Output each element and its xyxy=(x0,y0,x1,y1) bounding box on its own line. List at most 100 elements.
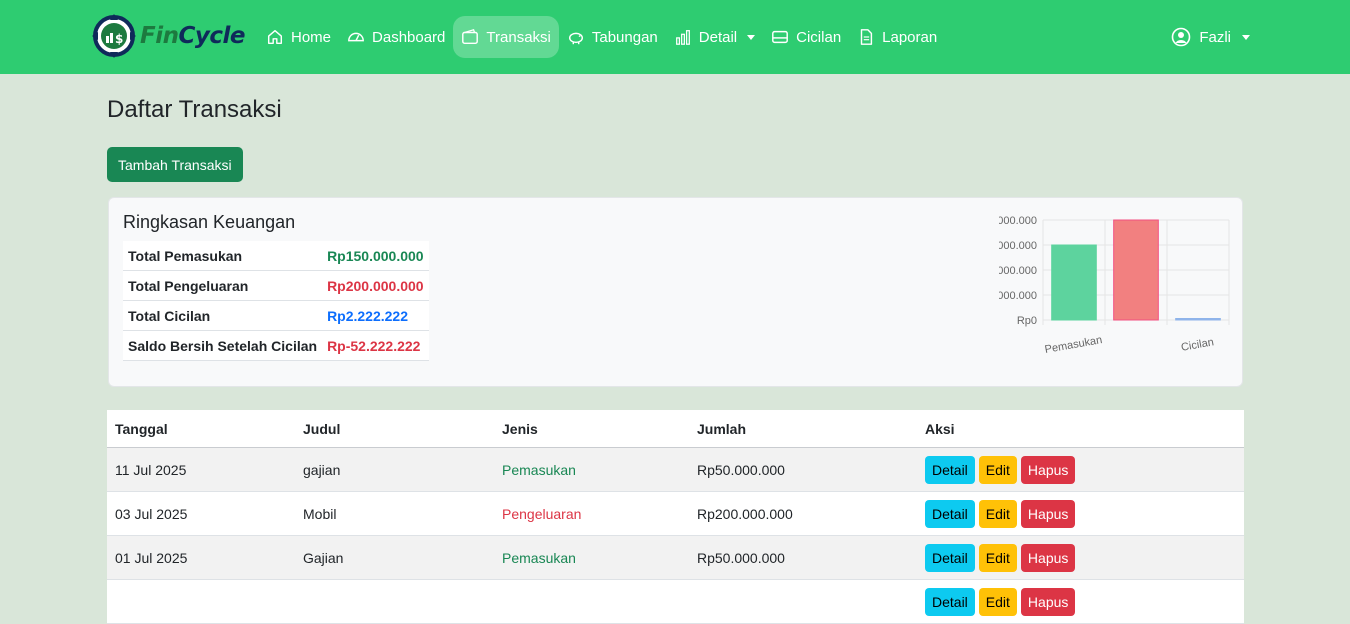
edit-button[interactable]: Edit xyxy=(978,587,1017,616)
summary-bar-chart: Rp200.000.000 Rp150.000.000 Rp100.000.000 R… xyxy=(999,215,1230,356)
header-judul: Judul xyxy=(295,410,494,448)
edit-button[interactable]: Edit xyxy=(978,543,1017,572)
cell-jenis: Pemasukan xyxy=(494,447,689,492)
jenis-badge: Pengeluaran xyxy=(502,505,582,522)
table-row: 11 Jul 2025 gajian Pemasukan Rp50.000.00… xyxy=(107,447,1244,492)
nav-dashboard-label: Dashboard xyxy=(372,28,446,46)
summary-value: Rp-52.222.222 xyxy=(322,330,429,361)
brand-part-2: Cycle xyxy=(178,23,245,49)
transactions-table: Tanggal Judul Jenis Jumlah Aksi 11 Jul 2… xyxy=(107,410,1244,624)
detail-button[interactable]: Detail xyxy=(925,543,975,572)
main-nav: Home Dashboard Transaksi Tabungan Detail… xyxy=(258,16,945,58)
chart-xtick-label: Cicilan xyxy=(1180,336,1215,354)
chart-ytick-label: Rp200.000.000 xyxy=(999,215,1037,227)
chart-ytick-label: Rp50.000.000 xyxy=(999,290,1037,302)
add-transaction-button[interactable]: Tambah Transaksi xyxy=(107,147,243,182)
nav-tabungan[interactable]: Tabungan xyxy=(559,16,666,58)
chevron-down-icon xyxy=(747,34,756,40)
cell-tanggal: 01 Jul 2025 xyxy=(107,535,295,580)
summary-label: Total Pemasukan xyxy=(123,241,323,271)
summary-row: Total Pemasukan Rp150.000.000 xyxy=(123,241,429,271)
chart-xtick-label: Pemasukan xyxy=(1044,334,1103,356)
nav-home-label: Home xyxy=(291,28,332,46)
home-icon xyxy=(267,29,283,45)
nav-transaksi[interactable]: Transaksi xyxy=(453,16,559,58)
piggy-bank-icon xyxy=(568,32,583,45)
table-row: 01 Jul 2025 Gajian Pemasukan Rp50.000.00… xyxy=(107,535,1244,580)
summary-card: Ringkasan Keuangan Total Pemasukan Rp150… xyxy=(108,197,1243,387)
chart-ytick-label: Rp0 xyxy=(1017,315,1037,327)
cell-empty xyxy=(107,579,295,624)
chart-ytick-label: Rp150.000.000 xyxy=(999,240,1037,252)
summary-row: Total Pengeluaran Rp200.000.000 xyxy=(123,270,429,301)
speedometer-icon xyxy=(348,32,364,42)
delete-button[interactable]: Hapus xyxy=(1020,499,1076,528)
table-row-partial: Detail Edit Hapus xyxy=(107,579,1244,624)
cell-empty xyxy=(689,579,917,624)
cell-jumlah: Rp200.000.000 xyxy=(689,491,917,536)
brand-logo[interactable]: $ FinCycle xyxy=(92,14,245,58)
nav-detail-dropdown[interactable]: Detail xyxy=(666,16,763,58)
nav-transaksi-label: Transaksi xyxy=(486,28,551,46)
user-circle-icon xyxy=(1172,27,1191,47)
summary-row: Saldo Bersih Setelah Cicilan Rp-52.222.2… xyxy=(123,330,429,361)
delete-button[interactable]: Hapus xyxy=(1020,587,1076,616)
cell-empty xyxy=(494,579,689,624)
credit-card-icon xyxy=(772,30,789,44)
cell-jumlah: Rp50.000.000 xyxy=(689,447,917,492)
cell-aksi: Detail Edit Hapus xyxy=(917,579,1244,624)
delete-button[interactable]: Hapus xyxy=(1020,455,1076,484)
wallet-icon xyxy=(462,29,479,45)
cell-jumlah: Rp50.000.000 xyxy=(689,535,917,580)
jenis-badge: Pemasukan xyxy=(502,461,576,478)
detail-button[interactable]: Detail xyxy=(925,587,975,616)
nav-tabungan-label: Tabungan xyxy=(591,28,658,46)
document-icon xyxy=(860,29,873,45)
cell-aksi: Detail Edit Hapus xyxy=(917,535,1244,580)
nav-laporan[interactable]: Laporan xyxy=(849,16,945,58)
summary-value: Rp150.000.000 xyxy=(322,241,429,271)
bar-chart-icon xyxy=(675,30,690,45)
nav-home[interactable]: Home xyxy=(258,16,339,58)
cell-aksi: Detail Edit Hapus xyxy=(917,447,1244,492)
summary-table: Total Pemasukan Rp150.000.000 Total Peng… xyxy=(123,241,429,361)
nav-cicilan-label: Cicilan xyxy=(796,28,842,46)
nav-cicilan[interactable]: Cicilan xyxy=(763,16,849,58)
delete-button[interactable]: Hapus xyxy=(1020,543,1076,572)
cell-aksi: Detail Edit Hapus xyxy=(917,491,1244,536)
chart-bar xyxy=(1113,219,1159,321)
summary-row: Total Cicilan Rp2.222.222 xyxy=(123,300,429,331)
header-tanggal: Tanggal xyxy=(107,410,295,448)
nav-laporan-label: Laporan xyxy=(882,28,938,46)
user-menu-dropdown[interactable]: Fazli xyxy=(1171,16,1250,58)
chart-bar xyxy=(1051,244,1097,321)
detail-button[interactable]: Detail xyxy=(925,455,975,484)
chevron-down-icon xyxy=(1242,34,1250,40)
table-header-row: Tanggal Judul Jenis Jumlah Aksi xyxy=(107,410,1244,448)
cell-tanggal: 03 Jul 2025 xyxy=(107,491,295,536)
cell-judul: Mobil xyxy=(295,491,494,536)
edit-button[interactable]: Edit xyxy=(978,455,1017,484)
cell-jenis: Pengeluaran xyxy=(494,491,689,536)
jenis-badge: Pemasukan xyxy=(502,549,576,566)
cell-jenis: Pemasukan xyxy=(494,535,689,580)
fincycle-logo-icon: $ xyxy=(92,14,136,58)
nav-detail-label: Detail xyxy=(698,28,738,46)
navbar: $ FinCycle Home Dashboard Transaksi Tabu… xyxy=(0,0,1350,74)
summary-label: Total Cicilan xyxy=(123,300,323,331)
detail-button[interactable]: Detail xyxy=(925,499,975,528)
cell-empty xyxy=(295,579,494,624)
cell-tanggal: 11 Jul 2025 xyxy=(107,447,295,492)
summary-value: Rp2.222.222 xyxy=(322,300,429,331)
edit-button[interactable]: Edit xyxy=(978,499,1017,528)
table-row: 03 Jul 2025 Mobil Pengeluaran Rp200.000.… xyxy=(107,491,1244,536)
header-aksi: Aksi xyxy=(917,410,1244,448)
chart-bar xyxy=(1175,318,1221,321)
nav-dashboard[interactable]: Dashboard xyxy=(339,16,453,58)
header-jenis: Jenis xyxy=(494,410,689,448)
cell-judul: Gajian xyxy=(295,535,494,580)
brand-name: FinCycle xyxy=(140,23,245,49)
chart-ytick-label: Rp100.000.000 xyxy=(999,265,1037,277)
cell-judul: gajian xyxy=(295,447,494,492)
summary-label: Saldo Bersih Setelah Cicilan xyxy=(123,330,323,361)
